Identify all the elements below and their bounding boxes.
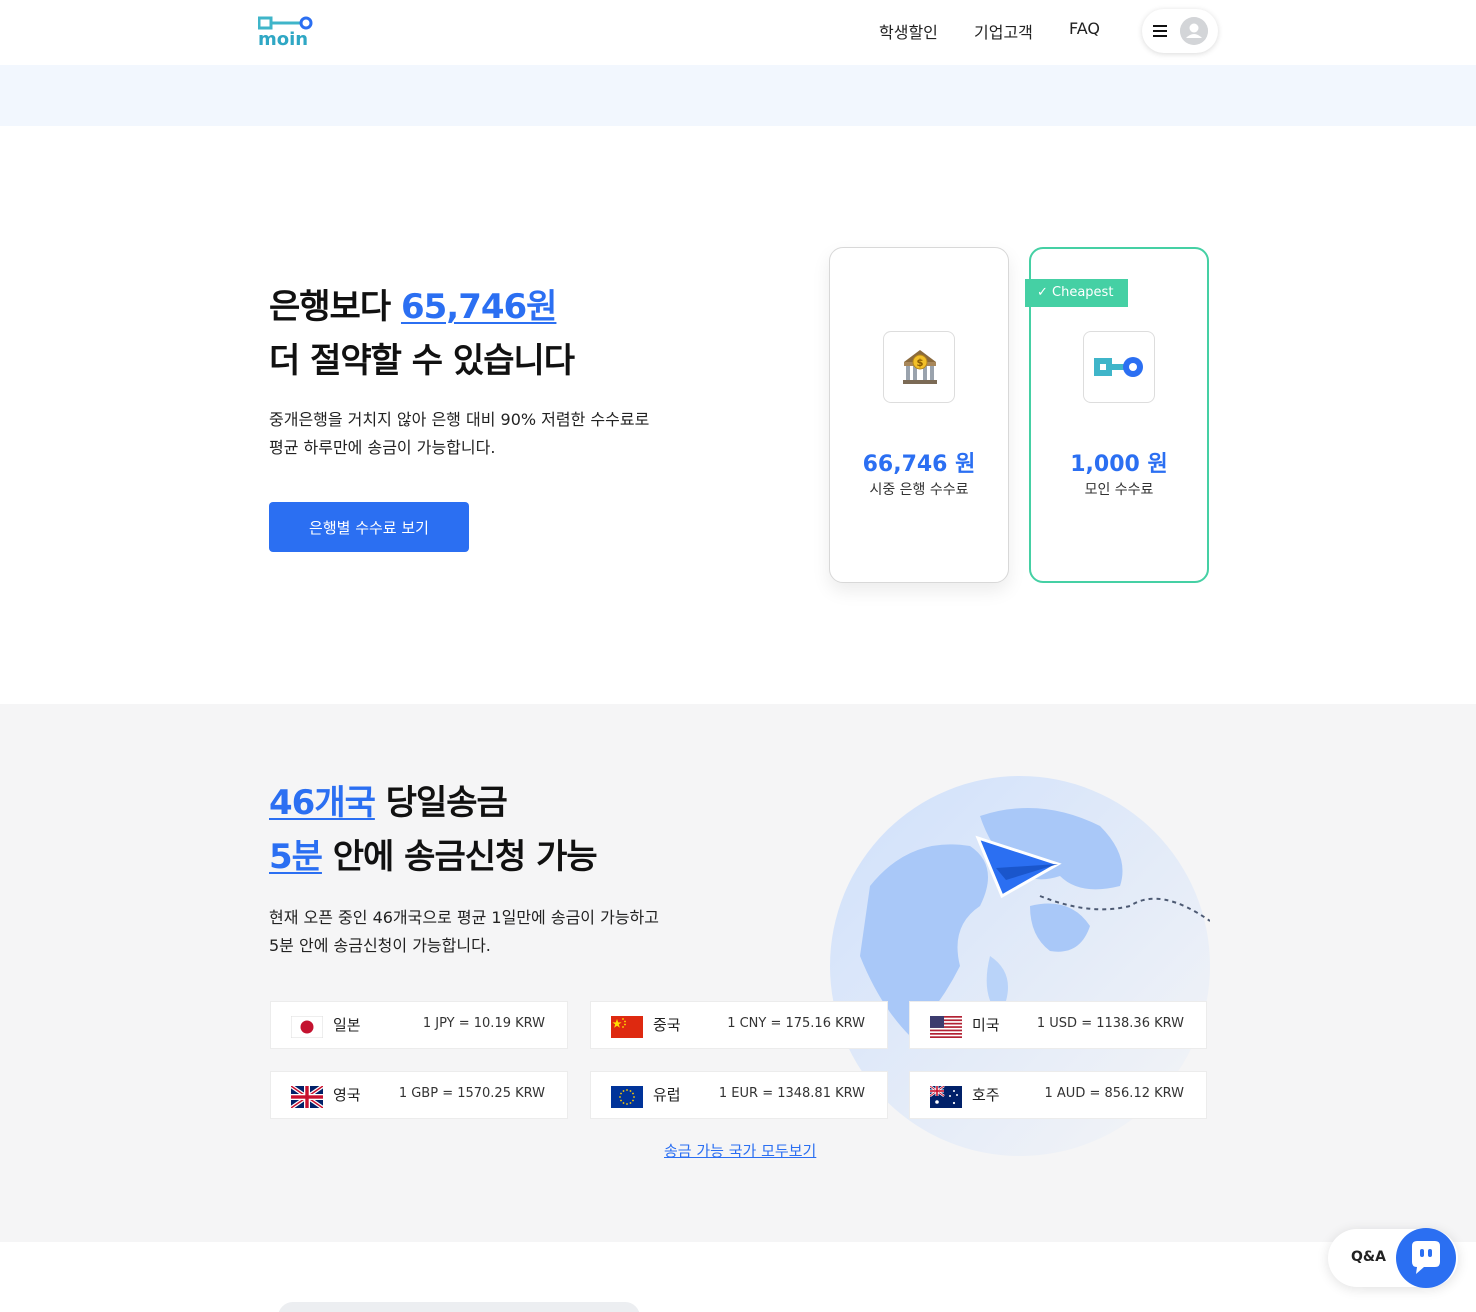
- nav-faq[interactable]: FAQ: [1069, 19, 1100, 38]
- bank-fee-label: 시중 은행 수수료: [869, 482, 969, 498]
- au-flag-icon: [930, 1086, 962, 1108]
- moin-fee-label: 모인 수수료: [1084, 482, 1154, 498]
- hero-description: 중개은행을 거치지 않아 은행 대비 90% 저렴한 수수료로 평균 하루만에 …: [269, 406, 709, 462]
- chat-bubble-icon: [1412, 1241, 1440, 1274]
- exchange-rate: 1 EUR = 1348.81 KRW: [718, 1086, 865, 1101]
- next-section-preview: [278, 1302, 640, 1312]
- rate-card-usa[interactable]: 미국 1 USD = 1138.36 KRW: [909, 1001, 1207, 1049]
- user-avatar-icon: [1180, 17, 1208, 45]
- countries-desc-line1: 현재 오픈 중인 46개국으로 평균 1일만에 송금이 가능하고: [269, 908, 659, 927]
- view-all-countries-link[interactable]: 송금 가능 국가 모두보기: [664, 1140, 816, 1161]
- countries-title-rest1: 당일송금: [374, 783, 508, 823]
- rate-card-uk[interactable]: 영국 1 GBP = 1570.25 KRW: [270, 1071, 568, 1119]
- moin-logo[interactable]: moin: [258, 16, 316, 46]
- country-name: 중국: [653, 1016, 681, 1034]
- exchange-rate: 1 CNY = 175.16 KRW: [727, 1016, 865, 1031]
- hero-title: 은행보다 65,746원 더 절약할 수 있습니다: [269, 280, 575, 388]
- bank-icon: $: [903, 350, 937, 384]
- countries-section: [0, 704, 1476, 1242]
- svg-text:$: $: [917, 358, 924, 369]
- gb-flag-icon: [291, 1086, 323, 1108]
- hero-desc-line2: 평균 하루만에 송금이 가능합니다.: [269, 438, 496, 457]
- top-banner: [0, 65, 1476, 126]
- svg-text:moin: moin: [258, 29, 308, 46]
- hero-desc-line1: 중개은행을 거치지 않아 은행 대비 90% 저렴한 수수료로: [269, 410, 650, 429]
- countries-count: 46개국: [269, 783, 376, 823]
- moin-icon-box: [1083, 331, 1155, 403]
- countries-time: 5분: [269, 837, 323, 877]
- exchange-rate: 1 AUD = 856.12 KRW: [1044, 1086, 1184, 1101]
- countries-title: 46개국 당일송금 5분 안에 송금신청 가능: [269, 776, 598, 884]
- cheapest-badge: ✓ Cheapest: [1025, 279, 1128, 307]
- qa-label: Q&A: [1351, 1249, 1386, 1265]
- account-menu-button[interactable]: [1142, 9, 1218, 53]
- moin-fee-amount: 1,000 원: [1070, 452, 1168, 477]
- country-name: 유럽: [653, 1086, 681, 1104]
- hero-savings-amount: 65,746원: [400, 287, 557, 327]
- bank-icon-box: $: [883, 331, 955, 403]
- hero-title-line2: 더 절약할 수 있습니다: [269, 341, 575, 381]
- nav-business[interactable]: 기업고객: [974, 19, 1033, 43]
- country-name: 미국: [972, 1016, 1000, 1034]
- us-flag-icon: [930, 1016, 962, 1038]
- rate-card-europe[interactable]: 유럽 1 EUR = 1348.81 KRW: [590, 1071, 888, 1119]
- hamburger-icon: [1153, 25, 1167, 37]
- exchange-rate: 1 GBP = 1570.25 KRW: [398, 1086, 545, 1101]
- moin-logo-icon: [1094, 357, 1143, 377]
- bank-fee-card: $ 66,746 원 시중 은행 수수료: [829, 247, 1009, 583]
- nav-student-discount[interactable]: 학생할인: [879, 19, 938, 43]
- country-name: 일본: [333, 1016, 361, 1034]
- exchange-rate: 1 JPY = 10.19 KRW: [422, 1016, 545, 1031]
- rate-card-australia[interactable]: 호주 1 AUD = 856.12 KRW: [909, 1071, 1207, 1119]
- site-header: moin 학생할인 기업고객 FAQ: [0, 0, 1476, 65]
- eu-flag-icon: [611, 1086, 643, 1108]
- hero-title-prefix: 은행보다: [269, 287, 401, 327]
- countries-title-rest2: 안에 송금신청 가능: [321, 837, 598, 877]
- rate-card-japan[interactable]: 일본 1 JPY = 10.19 KRW: [270, 1001, 568, 1049]
- country-name: 영국: [333, 1086, 361, 1104]
- bank-fee-amount: 66,746 원: [862, 452, 976, 477]
- cn-flag-icon: [611, 1016, 643, 1038]
- countries-desc-line2: 5분 안에 송금신청이 가능합니다.: [269, 936, 491, 955]
- chat-button[interactable]: [1396, 1228, 1456, 1288]
- view-bank-fees-button[interactable]: 은행별 수수료 보기: [269, 502, 469, 552]
- rate-card-china[interactable]: 중국 1 CNY = 175.16 KRW: [590, 1001, 888, 1049]
- countries-description: 현재 오픈 중인 46개국으로 평균 1일만에 송금이 가능하고 5분 안에 송…: [269, 904, 709, 960]
- jp-flag-icon: [291, 1016, 323, 1038]
- exchange-rate: 1 USD = 1138.36 KRW: [1036, 1016, 1184, 1031]
- country-name: 호주: [972, 1086, 1000, 1104]
